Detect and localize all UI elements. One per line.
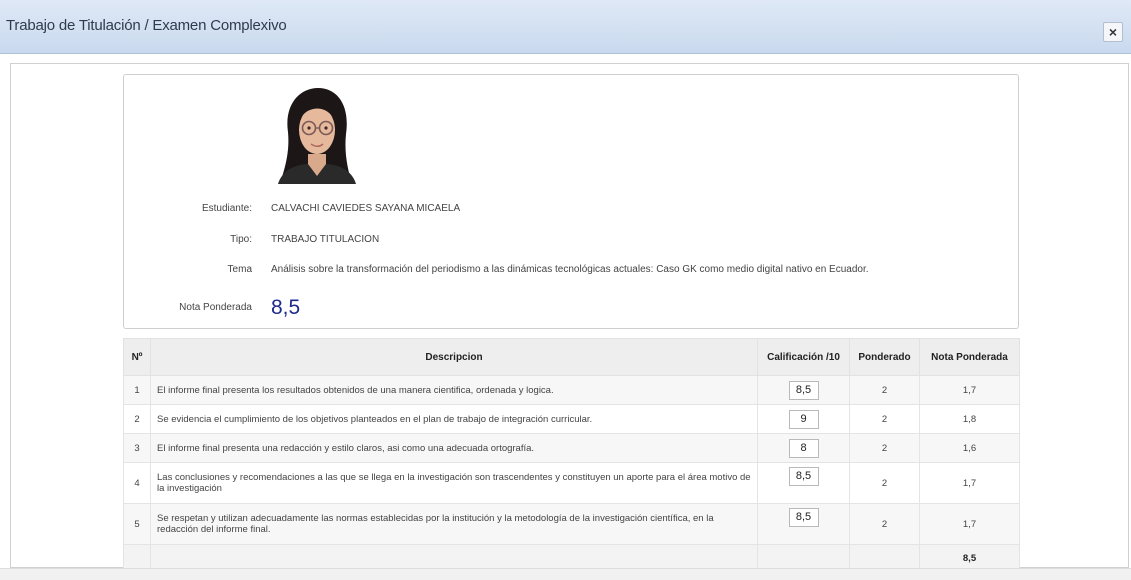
row-description: Se evidencia el cumplimiento de los obje… <box>150 404 758 434</box>
row-number: 5 <box>123 503 151 545</box>
grade-input[interactable]: 9 <box>788 409 819 429</box>
header-ponderado: Ponderado <box>849 338 920 376</box>
row-number: 4 <box>123 462 151 504</box>
student-name: CALVACHI CAVIEDES SAYANA MICAELA <box>271 203 461 214</box>
table-row: 4 Las conclusiones y recomendaciones a l… <box>123 462 1020 504</box>
row-weighted: 1,7 <box>919 503 1020 545</box>
header-nota-ponderada: Nota Ponderada <box>919 338 1020 376</box>
label-nota-ponderada: Nota Ponderada <box>179 302 252 313</box>
grade-input[interactable]: 8,5 <box>788 508 819 527</box>
table-row: 3 El informe final presenta una redacció… <box>123 433 1020 463</box>
row-weighted: 1,6 <box>919 433 1020 463</box>
dialog-header: Trabajo de Titulación / Examen Complexiv… <box>0 0 1131 54</box>
dialog-title: Trabajo de Titulación / Examen Complexiv… <box>6 17 287 34</box>
row-weight: 2 <box>849 503 920 545</box>
student-tema: Análisis sobre la transformación del per… <box>271 264 869 275</box>
table-header-row: Nº Descripcion Calificación /10 Ponderad… <box>123 338 1020 376</box>
row-number: 2 <box>123 404 151 434</box>
label-tema: Tema <box>227 264 252 275</box>
nota-ponderada-value: 8,5 <box>271 296 301 319</box>
row-weighted: 1,7 <box>919 462 1020 504</box>
row-weight: 2 <box>849 433 920 463</box>
header-calificacion: Calificación /10 <box>757 338 850 376</box>
bottom-strip <box>0 568 1131 580</box>
header-numero: Nº <box>123 338 151 376</box>
row-description: Las conclusiones y recomendaciones a las… <box>150 462 758 504</box>
row-number: 1 <box>123 375 151 405</box>
row-weight: 2 <box>849 404 920 434</box>
close-icon: × <box>1108 24 1118 40</box>
row-description: Se respetan y utilizan adecuadamente las… <box>150 503 758 545</box>
student-tipo: TRABAJO TITULACION <box>271 234 380 245</box>
row-weighted: 1,8 <box>919 404 1020 434</box>
row-weighted: 1,7 <box>919 375 1020 405</box>
rubric-table: Nº Descripcion Calificación /10 Ponderad… <box>123 338 1020 572</box>
row-description: El informe final presenta una redacción … <box>150 433 758 463</box>
grade-input[interactable]: 8 <box>788 438 819 458</box>
row-description: El informe final presenta los resultados… <box>150 375 758 405</box>
table-row: 1 El informe final presenta los resultad… <box>123 375 1020 405</box>
grade-input[interactable]: 8,5 <box>788 380 819 400</box>
label-estudiante: Estudiante: <box>201 203 252 214</box>
close-button[interactable]: × <box>1103 22 1123 42</box>
student-photo-image <box>270 84 362 184</box>
table-row: 5 Se respetan y utilizan adecuadamente l… <box>123 503 1020 545</box>
grade-input[interactable]: 8,5 <box>788 467 819 486</box>
row-weight: 2 <box>849 462 920 504</box>
row-weight: 2 <box>849 375 920 405</box>
student-info-card <box>123 74 1019 329</box>
row-number: 3 <box>123 433 151 463</box>
header-descripcion: Descripcion <box>150 338 758 376</box>
label-tipo: Tipo: <box>230 234 252 245</box>
student-photo <box>270 84 362 184</box>
table-row: 2 Se evidencia el cumplimiento de los ob… <box>123 404 1020 434</box>
